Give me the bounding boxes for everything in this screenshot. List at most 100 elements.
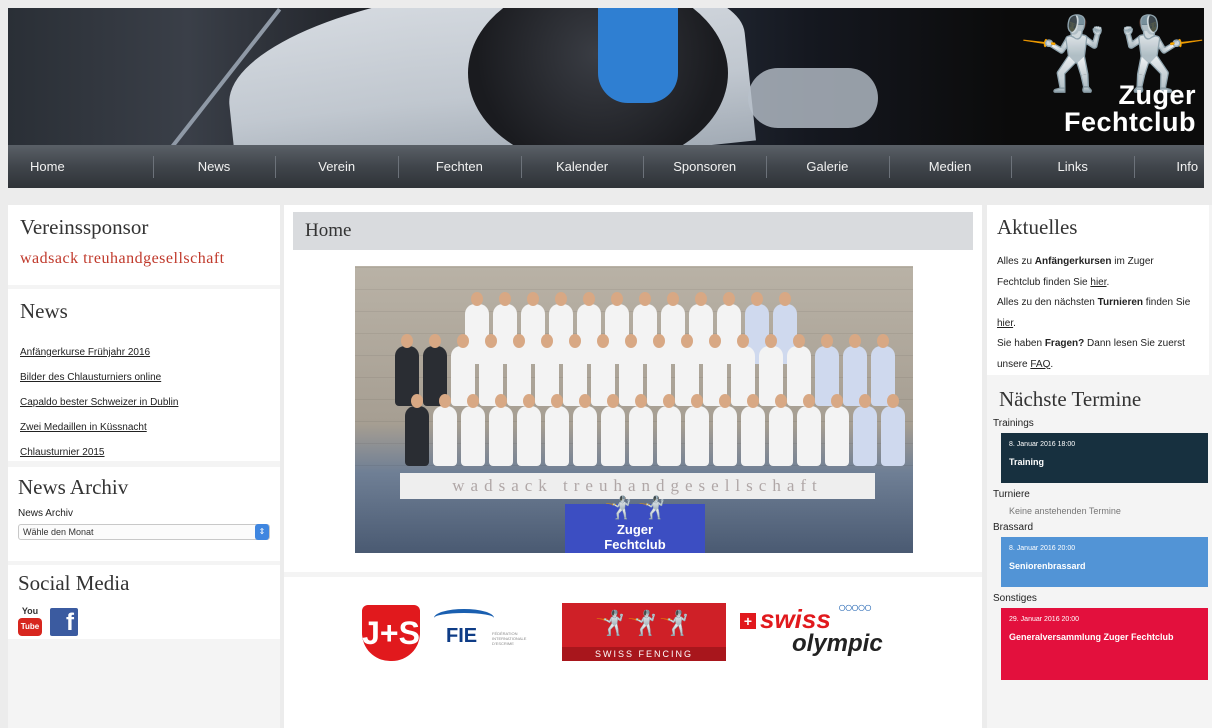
social-media-panel: Social Media You Tube f <box>8 565 280 639</box>
news-link[interactable]: Chlausturnier 2015 <box>20 440 268 465</box>
team-member <box>825 394 849 466</box>
aktuelles-text: . <box>1050 358 1054 370</box>
category-trainings: Trainings <box>993 418 1034 429</box>
news-panel: News Anfängerkurse Frühjahr 2016 Bilder … <box>8 289 280 461</box>
fie-logo[interactable]: FIE FÉDÉRATION INTERNATIONALE D'ESCRIME <box>434 609 546 661</box>
team-member <box>461 394 485 466</box>
swiss-fencing-text: SWISS FENCING <box>562 647 726 661</box>
sponsor-panel: Vereinssponsor wadsack treuhandgesellsch… <box>8 205 280 285</box>
nav-item-sponsoren[interactable]: Sponsoren <box>643 145 766 188</box>
aktuelles-text: Alles zu Anfängerkursen im Zuger Fechtcl… <box>997 252 1199 375</box>
termine-panel: Nächste Termine Trainings 8. Januar 2016… <box>987 381 1209 728</box>
youtube-icon-top: You <box>21 606 39 616</box>
jugend-sport-logo[interactable]: J+S <box>362 605 420 661</box>
youtube-icon[interactable]: You Tube <box>18 606 42 636</box>
event-seniorenbrassard[interactable]: 8. Januar 2016 20:00 Seniorenbrassard <box>1001 537 1208 587</box>
team-member <box>853 394 877 466</box>
category-sonstiges: Sonstiges <box>993 593 1037 604</box>
archive-month-select[interactable]: Wähle den Monat ⇕ <box>18 524 270 540</box>
aktuelles-panel: Aktuelles Alles zu Anfängerkursen im Zug… <box>987 205 1209 375</box>
social-heading: Social Media <box>18 571 130 595</box>
aktuelles-heading: Aktuelles <box>997 215 1078 239</box>
main-nav: Home News Verein Fechten Kalender Sponso… <box>8 145 1204 188</box>
nav-item-fechten[interactable]: Fechten <box>398 145 521 188</box>
aktuelles-bold: Turnieren <box>1097 297 1144 308</box>
banner-mask-tab <box>598 8 678 103</box>
news-archive-panel: News Archiv News Archiv Wähle den Monat … <box>8 467 280 561</box>
team-member <box>881 394 905 466</box>
home-panel: Home wadsack treuhandgesellschaft 🤺 🤺 Zu… <box>284 205 982 572</box>
aktuelles-bold: Anfängerkursen <box>1034 256 1112 267</box>
team-member <box>657 394 681 466</box>
main-content: Home wadsack treuhandgesellschaft 🤺 🤺 Zu… <box>284 205 982 728</box>
turniere-link[interactable]: hier <box>997 318 1013 329</box>
fie-logo-text: FIE <box>446 625 478 647</box>
no-events-text: Keine anstehenden Termine <box>1009 506 1121 516</box>
logo-line-2: Fechtclub <box>1063 107 1196 137</box>
youtube-icon-bottom: Tube <box>18 618 42 636</box>
news-link[interactable]: Bilder des Chlausturniers online <box>20 365 268 390</box>
team-member <box>769 394 793 466</box>
news-link[interactable]: Anfängerkurse Frühjahr 2016 <box>20 340 268 365</box>
left-sidebar: Vereinssponsor wadsack treuhandgesellsch… <box>8 205 280 728</box>
aktuelles-text: Sie haben <box>997 338 1045 349</box>
team-member <box>797 394 821 466</box>
mat-line-1: Zuger <box>616 522 654 537</box>
termine-heading: Nächste Termine <box>999 387 1142 411</box>
news-link[interactable]: Capaldo bester Schweizer in Dublin <box>20 390 268 415</box>
news-link[interactable]: Zwei Medaillen in Küssnacht <box>20 415 268 440</box>
nav-item-medien[interactable]: Medien <box>888 145 1012 188</box>
team-member <box>573 394 597 466</box>
nav-item-verein[interactable]: Verein <box>275 145 398 188</box>
team-member <box>685 394 709 466</box>
team-member <box>629 394 653 466</box>
swiss-olympic-swiss: swiss <box>760 604 831 634</box>
team-member <box>741 394 765 466</box>
swiss-fencing-logo[interactable]: 🤺🤺🤺 SWISS FENCING <box>562 603 726 661</box>
news-list: Anfängerkurse Frühjahr 2016 Bilder des C… <box>20 340 268 465</box>
team-member <box>489 394 513 466</box>
mat-fencers-icon: 🤺 🤺 <box>604 495 666 520</box>
faq-link[interactable]: FAQ <box>1030 359 1050 370</box>
aktuelles-text: Alles zu den nächsten <box>997 297 1098 308</box>
aktuelles-text: finden Sie <box>1143 297 1191 308</box>
event-title: Seniorenbrassard <box>1009 561 1086 571</box>
header-banner: 🤺 🤺 Zuger Fechtclub <box>8 8 1204 145</box>
event-date: 8. Januar 2016 20:00 <box>1009 545 1076 552</box>
kurse-link[interactable]: hier <box>1090 277 1106 288</box>
event-title: Training <box>1009 457 1045 467</box>
aktuelles-text: . <box>1106 276 1110 288</box>
site-logo[interactable]: 🤺 🤺 Zuger Fechtclub <box>1008 8 1204 145</box>
archive-heading: News Archiv <box>18 475 129 499</box>
event-training[interactable]: 8. Januar 2016 18:00 Training <box>1001 433 1208 483</box>
event-generalversammlung[interactable]: 29. Januar 2016 20:00 Generalversammlung… <box>1001 608 1208 680</box>
select-arrows-icon: ⇕ <box>255 524 269 540</box>
category-turniere: Turniere <box>993 489 1030 500</box>
team-member <box>713 394 737 466</box>
photo-front-row <box>405 394 905 466</box>
logo-line-1: Zuger <box>1118 80 1196 110</box>
team-member <box>517 394 541 466</box>
nav-item-galerie[interactable]: Galerie <box>766 145 889 188</box>
fie-logo-subtext: FÉDÉRATION INTERNATIONALE D'ESCRIME <box>492 631 527 646</box>
nav-item-kalender[interactable]: Kalender <box>520 145 644 188</box>
page-title: Home <box>293 212 973 250</box>
event-date: 29. Januar 2016 20:00 <box>1009 616 1080 623</box>
nav-item-info[interactable]: Info <box>1134 145 1204 188</box>
swiss-olympic-logo[interactable]: + swiss ○○○○○ olympic <box>740 599 910 661</box>
aktuelles-text: . <box>1013 317 1016 329</box>
facebook-icon[interactable]: f <box>50 608 78 636</box>
social-icons: You Tube f <box>18 606 270 636</box>
banner-arm <box>748 68 878 128</box>
olympic-rings-icon: ○○○○○ <box>838 599 872 615</box>
nav-item-news[interactable]: News <box>152 145 276 188</box>
right-sidebar: Aktuelles Alles zu Anfängerkursen im Zug… <box>987 205 1212 728</box>
aktuelles-bold: Fragen? <box>1044 338 1085 349</box>
nav-item-links[interactable]: Links <box>1011 145 1134 188</box>
partner-logos-panel: J+S FIE FÉDÉRATION INTERNATIONALE D'ESCR… <box>284 577 982 728</box>
news-heading: News <box>20 299 68 323</box>
nav-item-home[interactable]: Home <box>8 145 153 188</box>
swiss-olympic-olympic: olympic <box>792 630 883 657</box>
team-member <box>405 394 429 466</box>
sponsor-link[interactable]: wadsack treuhandgesellschaft <box>20 250 268 268</box>
